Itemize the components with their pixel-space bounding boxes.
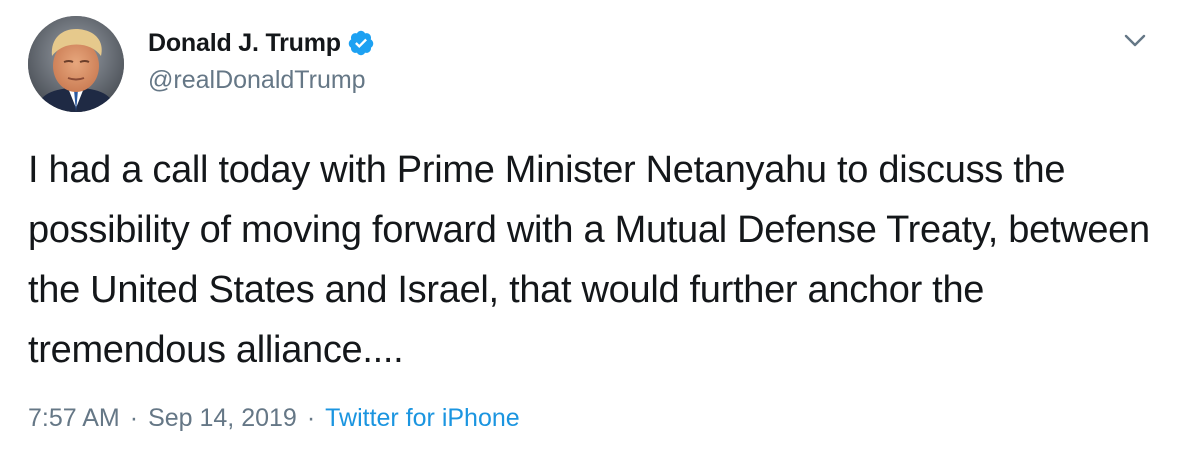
- verified-badge-icon: [347, 29, 375, 57]
- tweet-source-link[interactable]: Twitter for iPhone: [325, 404, 520, 432]
- tweet-meta: 7:57 AM · Sep 14, 2019 · Twitter for iPhone: [28, 404, 520, 433]
- display-name[interactable]: Donald J. Trump: [148, 29, 341, 58]
- avatar[interactable]: [28, 16, 124, 112]
- meta-separator-2: ·: [306, 404, 316, 432]
- author-info: Donald J. Trump @realDonaldTrump: [148, 26, 375, 95]
- user-handle[interactable]: @realDonaldTrump: [148, 66, 375, 95]
- profile-photo-icon: [28, 16, 124, 112]
- meta-separator: ·: [129, 404, 139, 432]
- tweet-date[interactable]: Sep 14, 2019: [148, 404, 297, 432]
- chevron-down-icon[interactable]: [1120, 28, 1150, 52]
- tweet-time[interactable]: 7:57 AM: [28, 404, 120, 432]
- tweet-text: I had a call today with Prime Minister N…: [28, 149, 1150, 371]
- tweet-card: Donald J. Trump @realDonaldTrump I had a…: [0, 0, 1178, 464]
- name-row: Donald J. Trump: [148, 26, 375, 60]
